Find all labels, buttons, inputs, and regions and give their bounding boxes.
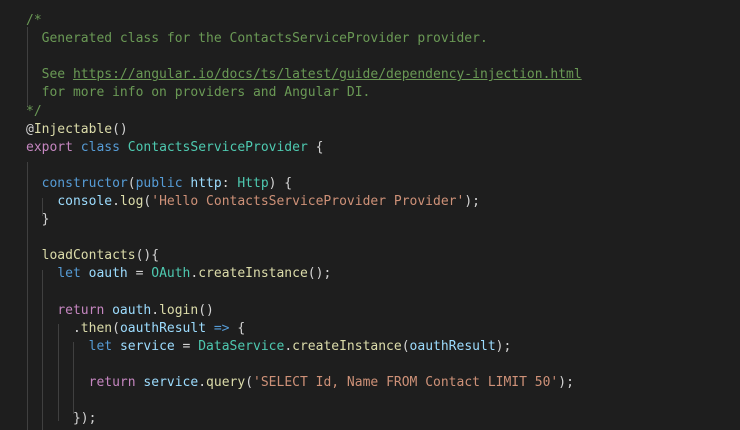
code-token: ); bbox=[558, 375, 574, 390]
code-token: () bbox=[112, 121, 128, 137]
code-line[interactable]: constructor(public http: Http) { bbox=[26, 175, 292, 193]
code-line[interactable]: }); bbox=[26, 410, 97, 428]
code-token: class bbox=[80, 139, 120, 155]
code-token: . bbox=[284, 338, 293, 354]
code-token: http bbox=[190, 175, 222, 191]
code-token: } bbox=[26, 212, 50, 228]
code-line[interactable]: let oauth = OAuth.createInstance(); bbox=[26, 265, 331, 283]
code-token: public bbox=[135, 175, 183, 191]
code-token: { bbox=[307, 139, 324, 155]
code-token: oauthResult bbox=[409, 338, 496, 354]
code-line[interactable]: return service.query('SELECT Id, Name FR… bbox=[26, 374, 574, 392]
code-line[interactable]: } bbox=[26, 211, 50, 229]
code-token: . bbox=[151, 302, 160, 318]
code-token: ( bbox=[112, 320, 120, 336]
code-token: for more info on providers and Angular D… bbox=[26, 85, 371, 101]
code-token: return bbox=[88, 375, 136, 390]
code-line[interactable]: */ bbox=[26, 103, 42, 121]
code-token: DataService bbox=[198, 338, 285, 354]
code-token: See bbox=[26, 67, 73, 83]
code-token: Injectable bbox=[33, 121, 113, 137]
code-token: ( bbox=[127, 175, 136, 191]
code-token: log bbox=[119, 194, 144, 209]
code-token: { bbox=[229, 320, 246, 336]
code-token: @ bbox=[26, 121, 34, 137]
code-token: OAuth bbox=[151, 266, 191, 282]
code-token: ContactsServiceProvider bbox=[127, 139, 308, 155]
code-token: 'Hello ContactsServiceProvider Provider' bbox=[151, 194, 465, 209]
code-token: console bbox=[57, 194, 113, 209]
code-token: : bbox=[221, 175, 238, 191]
code-token: ) { bbox=[268, 175, 293, 191]
code-token: . bbox=[112, 194, 120, 209]
code-line[interactable]: See https://angular.io/docs/ts/latest/gu… bbox=[26, 66, 582, 84]
code-token: }); bbox=[26, 411, 97, 427]
code-token: createInstance bbox=[198, 266, 308, 282]
code-token: then bbox=[80, 320, 113, 336]
code-token: */ bbox=[26, 103, 42, 119]
code-token: constructor bbox=[41, 175, 128, 191]
code-token: ); bbox=[464, 194, 480, 209]
code-token: 'SELECT Id, Name FROM Contact LIMIT 50' bbox=[253, 375, 559, 390]
code-link[interactable]: https://angular.io/docs/ts/latest/guide/… bbox=[73, 67, 582, 82]
code-line[interactable]: export class ContactsServiceProvider { bbox=[26, 139, 323, 157]
code-token: (); bbox=[307, 266, 332, 282]
code-token: (){ bbox=[135, 248, 160, 264]
code-line[interactable]: return oauth.login() bbox=[26, 302, 214, 320]
code-token: = bbox=[127, 266, 152, 282]
code-line[interactable]: Generated class for the ContactsServiceP… bbox=[26, 30, 488, 48]
code-token: oauth bbox=[112, 302, 152, 318]
code-editor[interactable]: /* Generated class for the ContactsServi… bbox=[0, 0, 740, 430]
code-token: createInstance bbox=[292, 338, 402, 354]
code-line[interactable]: console.log('Hello ContactsServiceProvid… bbox=[26, 193, 480, 211]
code-line[interactable]: /* bbox=[26, 12, 42, 30]
code-token: ( bbox=[245, 375, 254, 390]
code-token: service bbox=[119, 338, 175, 354]
code-token: export bbox=[26, 139, 73, 155]
code-line[interactable]: for more info on providers and Angular D… bbox=[26, 84, 371, 102]
code-token: query bbox=[206, 375, 246, 390]
code-token: () bbox=[198, 302, 214, 318]
code-token: /* bbox=[26, 13, 42, 28]
code-token: . bbox=[198, 375, 207, 390]
code-line[interactable]: loadContacts(){ bbox=[26, 247, 159, 265]
code-token: ); bbox=[495, 338, 512, 354]
code-token: let bbox=[88, 338, 113, 354]
code-token: => bbox=[213, 320, 230, 336]
code-token: let bbox=[57, 266, 81, 282]
code-token: ( bbox=[401, 338, 410, 354]
code-token: loadContacts bbox=[41, 248, 136, 264]
code-token: login bbox=[159, 302, 199, 318]
code-token: = bbox=[174, 338, 199, 354]
code-line[interactable]: .then(oauthResult => { bbox=[26, 320, 245, 338]
code-token: Http bbox=[237, 175, 269, 191]
code-token: Generated class for the ContactsServiceP… bbox=[26, 31, 488, 47]
code-line[interactable]: let service = DataService.createInstance… bbox=[26, 338, 512, 356]
code-token: . bbox=[26, 320, 81, 336]
code-token: service bbox=[143, 375, 199, 390]
code-line[interactable]: @Injectable() bbox=[26, 121, 128, 139]
code-token: oauth bbox=[88, 266, 128, 282]
code-token: oauthResult bbox=[119, 320, 207, 336]
code-token: return bbox=[57, 302, 105, 318]
